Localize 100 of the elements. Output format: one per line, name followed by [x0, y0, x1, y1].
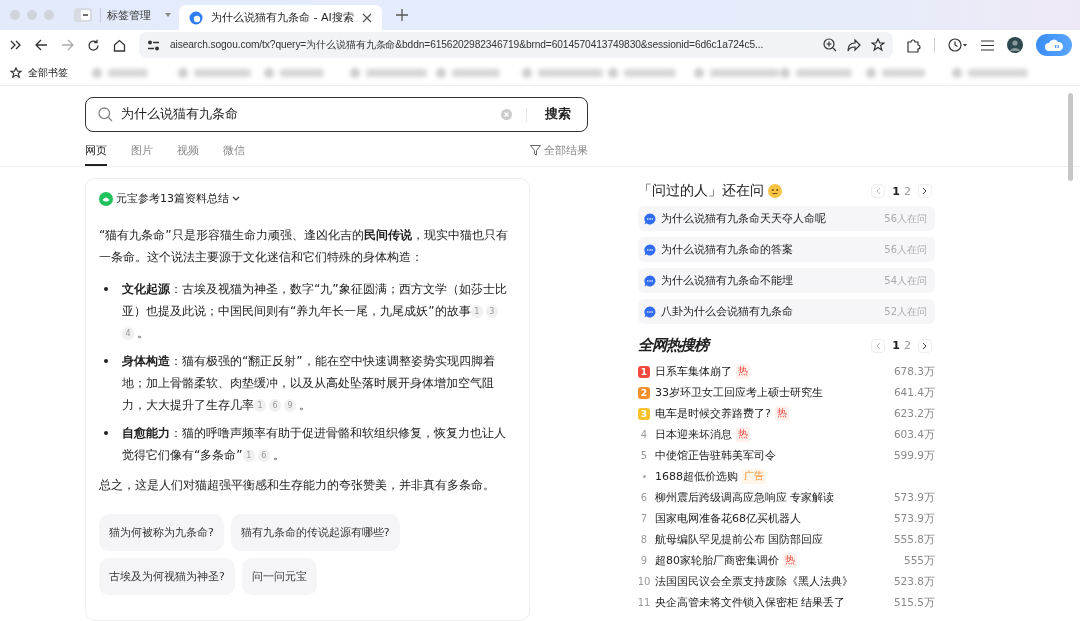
hot-search-link[interactable]: 央企高管未将文件锁入保密柜 结果丢了 [655, 595, 846, 610]
hot-search-link[interactable]: 中使馆正告驻韩美军司令 [655, 448, 776, 463]
chevron-right-icon [922, 341, 928, 350]
search-count: 555.8万 [893, 532, 935, 547]
search-icon [98, 107, 113, 122]
home-icon[interactable] [113, 38, 126, 52]
chevron-right-icon [922, 187, 928, 195]
star-icon[interactable] [871, 38, 885, 52]
rank-badge: 1 [638, 365, 650, 378]
related-question-item[interactable]: 为什么说猫有九条命天天夺人命呢 56人在问 [638, 206, 935, 231]
rank-number: 9 [639, 555, 649, 566]
related-question-item[interactable]: 为什么说猫有九条命不能埋 54人在问 [638, 268, 935, 293]
search-field[interactable]: 为什么说猫有九条命 搜索 [85, 97, 588, 132]
emoji-icon [768, 184, 782, 198]
hot-search-link[interactable]: 超80家轮胎厂商密集调价 [655, 553, 779, 568]
chevron-down-icon[interactable] [232, 196, 240, 201]
rank-number: 7 [639, 513, 649, 524]
filter-icon[interactable] [530, 145, 541, 156]
page-number[interactable]: 1 [892, 184, 900, 198]
rank-number: 5 [639, 450, 649, 461]
filter-tab[interactable]: 视频 [177, 143, 199, 166]
sidebar-toggle-icon[interactable] [74, 8, 92, 22]
star-icon[interactable] [10, 66, 22, 79]
hot-search-link[interactable]: 法国国民议会全票支持废除《黑人法典》 [655, 574, 853, 589]
chat-bubble-icon [644, 274, 656, 287]
all-bookmarks-label[interactable]: 全部书签 [28, 65, 68, 80]
reload-icon[interactable] [87, 38, 100, 52]
chevrons-icon[interactable] [10, 40, 22, 50]
rank-badge: 3 [638, 407, 650, 420]
share-icon[interactable] [847, 38, 861, 52]
yuanbao-logo-icon [99, 191, 113, 206]
answer-paragraph: “猫有九条命”只是形容猫生命力顽强、逢凶化吉的民间传说，现实中猫也只有一条命。这个说法主要源于文化迷信和它们特殊的身体构造： [99, 227, 509, 266]
close-icon[interactable] [361, 12, 372, 23]
filter-tab[interactable]: 微信 [223, 143, 245, 166]
zoom-icon[interactable] [823, 38, 837, 52]
chat-bubble-icon [644, 243, 656, 256]
hot-search-link[interactable]: 33岁环卫女工回应考上硕士研究生 [655, 385, 823, 400]
chat-bubble-icon [644, 212, 656, 225]
rank-badge: 2 [638, 386, 650, 399]
browser-tab[interactable]: 为什么说猫有九条命 - AI搜索 [179, 5, 382, 30]
filter-tab[interactable]: 图片 [131, 143, 153, 166]
menu-icon[interactable] [981, 39, 994, 51]
search-count: 603.4万 [893, 427, 935, 442]
avatar-icon[interactable] [1007, 37, 1023, 53]
answer-bullet-text: 身体构造：猫有极强的“翻正反射”，能在空中快速调整姿势实现四脚着地；加上骨骼柔软、肉垫缓冲，以及从高处坠落时展开身体增加空气阻力，大大提升了生存几率 1 6 9 。 [122, 353, 496, 414]
search-count: 523.8万 [893, 574, 935, 589]
hot-tag: 热 [736, 427, 750, 442]
search-count: 599.9万 [893, 448, 935, 463]
search-count: 515.5万 [893, 595, 935, 610]
scrollbar-thumb[interactable] [1068, 93, 1073, 181]
hot-search-link[interactable]: 国家电网准备花68亿买机器人 [655, 511, 801, 526]
search-count: 641.4万 [893, 385, 935, 400]
new-tab-icon[interactable] [395, 9, 408, 21]
all-results-filter[interactable]: 全部结果 [544, 143, 588, 158]
back-icon[interactable] [35, 39, 48, 51]
cloud-button[interactable] [1036, 34, 1072, 56]
answer-bullet-text: 文化起源：古埃及视猫为神圣，数字“九”象征圆满；西方文学（如莎士比亚）也提及此说；中国民间则有“养九年长一尾，九尾成妖”的故事 1 3 4 。 [122, 281, 508, 342]
rank-number: 11 [638, 597, 650, 608]
hot-tag: 热 [783, 553, 797, 568]
hot-search-link[interactable]: 柳州震后跨级调高应急响应 专家解读 [655, 490, 835, 505]
caret-icon[interactable] [165, 13, 171, 17]
bullet-dot-icon [642, 475, 646, 478]
follow-up-question[interactable]: 古埃及为何视猫为神圣? [99, 558, 235, 595]
next-page-button[interactable] [918, 338, 932, 353]
hot-tag: 热 [736, 364, 750, 379]
address-bar[interactable]: aisearch.sogou.com/tx?query=为什么说猫有九条命&bddn=6156202982346719&brnd=6014570413749830&sessionid=6d6c1a724c5... [139, 32, 893, 58]
search-count: 573.9万 [893, 490, 935, 505]
hot-search-link[interactable]: 日本迎来坏消息 [655, 427, 732, 442]
hot-search-link[interactable]: 1688超低价选购 [655, 469, 738, 484]
related-question-item[interactable]: 为什么说猫有九条命的答案 56人在问 [638, 237, 935, 262]
search-count: 573.9万 [893, 511, 935, 526]
next-page-button[interactable] [918, 184, 932, 198]
url-text: aisearch.sogou.com/tx?query=为什么说猫有九条命&bddn=6156202982346719&brnd=6014570413749830&sessionid=6d6c1a724c5... [170, 38, 765, 52]
chevron-left-icon [875, 187, 882, 195]
rank-number: 6 [639, 492, 649, 503]
related-question-item[interactable]: 八卦为什么会说猫有九条命 52人在问 [638, 299, 935, 324]
chat-bubble-icon [644, 305, 656, 318]
follow-up-question[interactable]: 猫有九条命的传说起源有哪些? [230, 514, 400, 551]
search-count: 623.2万 [893, 406, 935, 421]
hot-search-link[interactable]: 航母编队罕见提前公布 国防部回应 [655, 532, 824, 547]
page-number[interactable]: 1 [892, 339, 900, 352]
answer-bullet-text: 自愈能力：猫的呼噜声频率有助于促进骨骼和软组织修复，恢复力也让人觉得它们像有“多条命” 1 6 。 [122, 425, 507, 464]
rank-number: 8 [639, 534, 649, 545]
site-settings-icon[interactable] [147, 39, 160, 51]
chevron-left-icon [875, 341, 882, 350]
tab-group-label[interactable]: 标签管理 [100, 7, 157, 23]
rank-number: 10 [638, 576, 650, 587]
cloud-icon [1045, 39, 1063, 51]
search-button[interactable]: 搜索 [541, 106, 575, 123]
search-count: 555万 [903, 553, 935, 568]
follow-up-question[interactable]: 问一问元宝 [241, 558, 317, 595]
summary-source-toggle[interactable]: 元宝参考13篇资料总结 [116, 191, 229, 206]
history-icon[interactable] [948, 38, 968, 52]
puzzle-icon[interactable] [906, 37, 921, 53]
hot-search-link[interactable]: 日系车集体崩了 [655, 364, 732, 379]
search-count: 678.3万 [893, 364, 935, 379]
hot-search-link[interactable]: 电车是时候交养路费了? [655, 406, 771, 421]
section-title: 「问过的人」还在问 [638, 182, 764, 200]
follow-up-question[interactable]: 猫为何被称为九条命? [99, 514, 224, 551]
answer-paragraph: 总之，这是人们对猫超强平衡感和生存能力的夸张赞美，并非真有多条命。 [99, 477, 496, 494]
